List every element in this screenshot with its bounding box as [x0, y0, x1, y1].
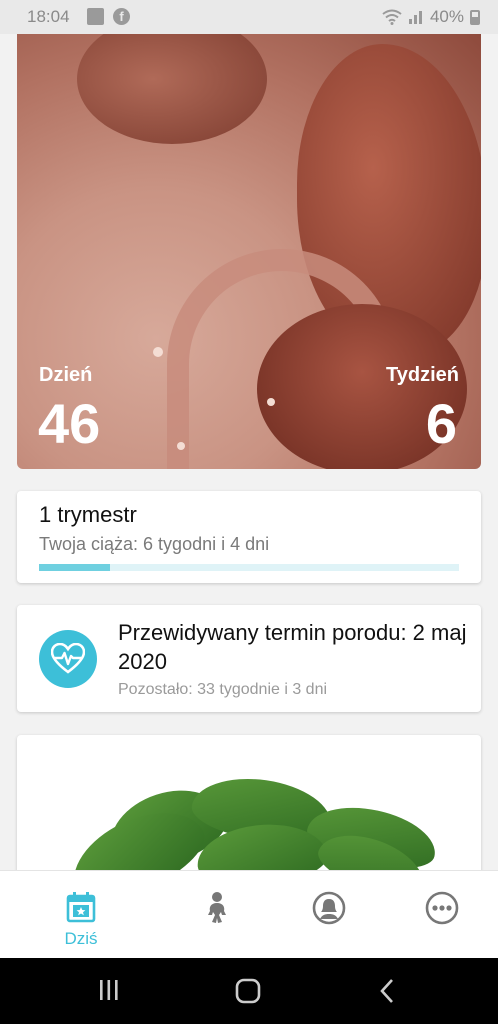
recent-apps-icon[interactable] [98, 978, 120, 1002]
status-right: 40% [382, 7, 480, 27]
trimester-title: 1 trymestr [39, 502, 137, 527]
signal-icon [408, 11, 422, 24]
battery-icon [470, 9, 480, 25]
nav-item-today-label: Dziś [64, 929, 98, 948]
nav-item-baby[interactable] [155, 871, 279, 959]
week-value: 6 [425, 392, 457, 455]
embryo-image-part [77, 34, 267, 144]
day-value: 46 [38, 392, 101, 455]
bubble-dot [267, 398, 275, 406]
due-date-title: Przewidywany termin porodu: 2 maj 2020 [118, 620, 467, 674]
system-navigation-bar [0, 958, 498, 1024]
due-date-card[interactable]: Przewidywany termin porodu: 2 maj 2020 P… [17, 605, 481, 712]
status-time: 18:04 [27, 7, 70, 26]
baby-icon [208, 892, 226, 923]
mother-profile-icon [312, 891, 346, 925]
bubble-dot [177, 442, 185, 450]
trimester-card[interactable]: 1 trymestr Twoja ciąża: 6 tygodni i 4 dn… [17, 491, 481, 583]
status-bar: 18:04 f 40% [0, 0, 498, 34]
day-label: Dzień [39, 364, 93, 386]
week-label: Tydzień [386, 364, 459, 386]
embryo-hero-card[interactable]: Dzień 46 Tydzień 6 [17, 34, 481, 469]
bottom-navigation: Dziś [0, 870, 498, 958]
more-icon [425, 891, 459, 925]
food-article-card[interactable] [17, 735, 481, 875]
notification-icon [87, 8, 104, 25]
nav-item-mother[interactable] [267, 871, 391, 959]
trimester-progress-fill [39, 564, 111, 571]
back-icon[interactable] [378, 978, 396, 1004]
battery-percent: 40% [429, 7, 464, 26]
calendar-star-icon [66, 892, 96, 923]
home-icon[interactable] [235, 978, 261, 1004]
wifi-icon [382, 9, 402, 25]
time-remaining: Pozostało: 33 tygodnie i 3 dni [118, 681, 328, 698]
nav-item-more[interactable] [380, 871, 498, 959]
nav-item-today[interactable]: Dziś [19, 871, 143, 959]
pregnancy-duration: Twoja ciąża: 6 tygodni i 4 dni [39, 534, 270, 554]
bubble-dot [153, 347, 163, 357]
trimester-progress-bar [39, 564, 459, 571]
facebook-icon: f [113, 8, 130, 25]
heartbeat-icon [39, 630, 97, 688]
